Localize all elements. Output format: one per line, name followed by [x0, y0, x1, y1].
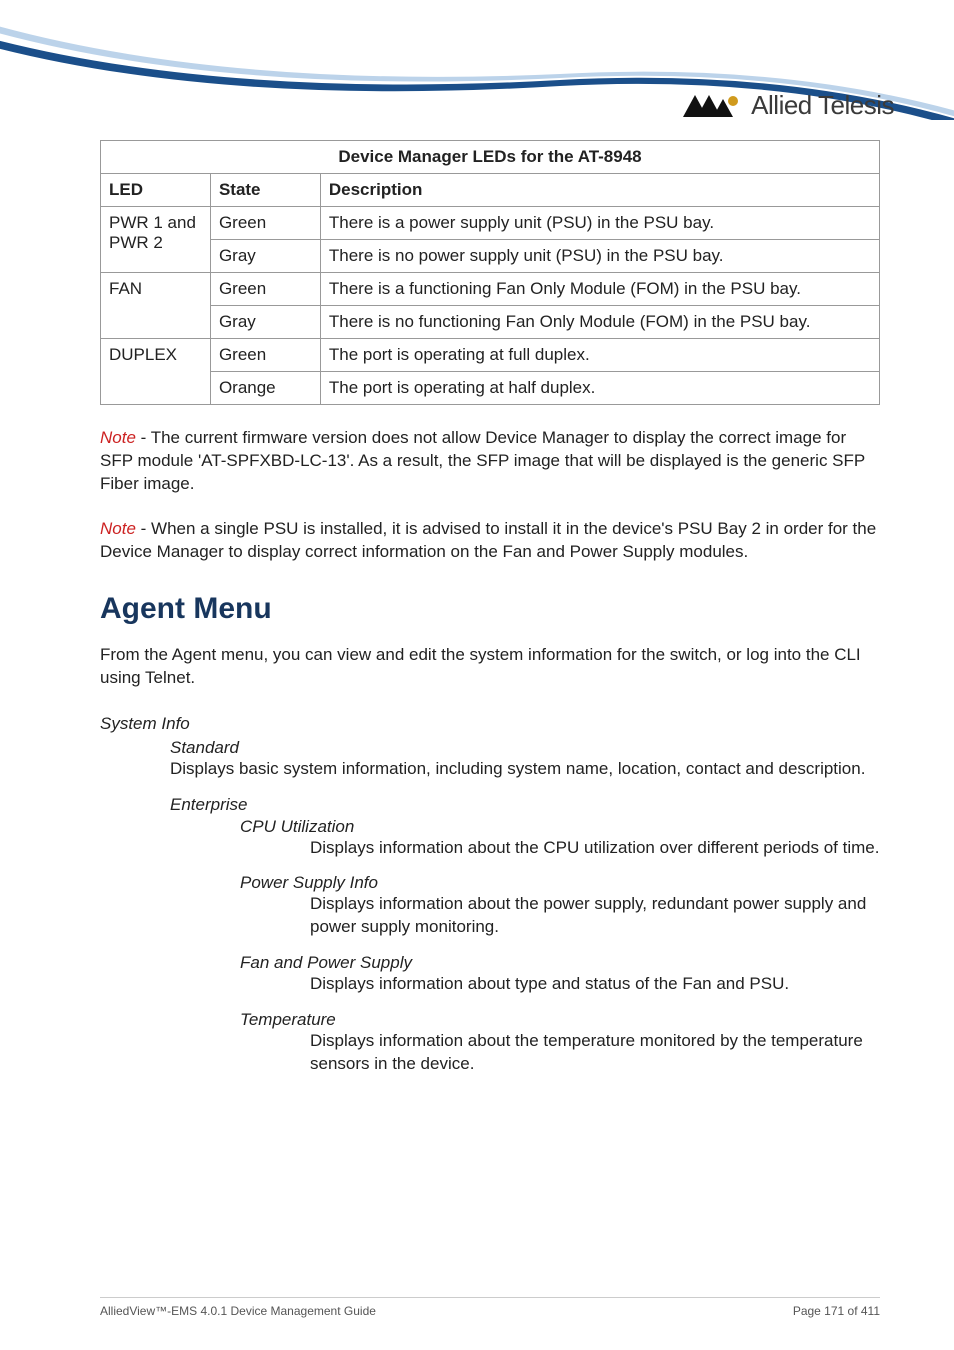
- cell-state: Gray: [210, 306, 320, 339]
- standard-head: Standard: [170, 738, 880, 758]
- led-table: Device Manager LEDs for the AT-8948 LED …: [100, 140, 880, 405]
- brand-logo-text: Allied Telesis: [751, 90, 894, 121]
- led-table-caption: Device Manager LEDs for the AT-8948: [100, 140, 880, 173]
- cpu-util-head: CPU Utilization: [240, 817, 880, 837]
- table-row: Gray There is no functioning Fan Only Mo…: [101, 306, 880, 339]
- col-led: LED: [101, 174, 211, 207]
- temperature-body: Displays information about the temperatu…: [310, 1030, 880, 1076]
- footer-left: AlliedView™-EMS 4.0.1 Device Management …: [100, 1304, 376, 1318]
- table-row: Gray There is no power supply unit (PSU)…: [101, 240, 880, 273]
- brand-logo-mark: [683, 93, 743, 119]
- temperature-block: Temperature Displays information about t…: [240, 1010, 880, 1076]
- page: Allied Telesis Device Manager LEDs for t…: [0, 0, 954, 1350]
- fan-power-supply-head: Fan and Power Supply: [240, 953, 880, 973]
- power-supply-info-body: Displays information about the power sup…: [310, 893, 880, 939]
- col-state: State: [210, 174, 320, 207]
- temperature-head: Temperature: [240, 1010, 880, 1030]
- content-area: Device Manager LEDs for the AT-8948 LED …: [100, 140, 880, 1076]
- page-footer: AlliedView™-EMS 4.0.1 Device Management …: [100, 1297, 880, 1318]
- cell-state: Green: [210, 339, 320, 372]
- table-row: Orange The port is operating at half dup…: [101, 372, 880, 405]
- col-description: Description: [320, 174, 879, 207]
- table-row: FAN Green There is a functioning Fan Onl…: [101, 273, 880, 306]
- cell-desc: There is no functioning Fan Only Module …: [320, 306, 879, 339]
- table-row: PWR 1 and PWR 2 Green There is a power s…: [101, 207, 880, 240]
- note-label: Note: [100, 428, 136, 447]
- footer-right: Page 171 of 411: [793, 1304, 880, 1318]
- note-text: - The current firmware version does not …: [100, 428, 865, 493]
- cell-state: Green: [210, 207, 320, 240]
- cell-desc: The port is operating at full duplex.: [320, 339, 879, 372]
- standard-block: Standard Displays basic system informati…: [170, 738, 880, 781]
- cell-led: DUPLEX: [101, 339, 211, 405]
- note-paragraph: Note - When a single PSU is installed, i…: [100, 518, 880, 564]
- table-row: DUPLEX Green The port is operating at fu…: [101, 339, 880, 372]
- cell-desc: There is no power supply unit (PSU) in t…: [320, 240, 879, 273]
- cell-state: Green: [210, 273, 320, 306]
- cell-led: FAN: [101, 273, 211, 339]
- note-label: Note: [100, 519, 136, 538]
- cell-desc: The port is operating at half duplex.: [320, 372, 879, 405]
- cell-desc: There is a functioning Fan Only Module (…: [320, 273, 879, 306]
- standard-body: Displays basic system information, inclu…: [170, 758, 880, 781]
- power-supply-info-head: Power Supply Info: [240, 873, 880, 893]
- fan-power-supply-block: Fan and Power Supply Displays informatio…: [240, 953, 880, 996]
- cpu-util-block: CPU Utilization Displays information abo…: [240, 817, 880, 860]
- power-supply-info-block: Power Supply Info Displays information a…: [240, 873, 880, 939]
- note-paragraph: Note - The current firmware version does…: [100, 427, 880, 496]
- cell-state: Gray: [210, 240, 320, 273]
- cell-led: PWR 1 and PWR 2: [101, 207, 211, 273]
- cell-state: Orange: [210, 372, 320, 405]
- cell-desc: There is a power supply unit (PSU) in th…: [320, 207, 879, 240]
- enterprise-head: Enterprise: [170, 795, 880, 815]
- fan-power-supply-body: Displays information about type and stat…: [310, 973, 880, 996]
- system-info-head: System Info: [100, 714, 880, 734]
- enterprise-block: Enterprise CPU Utilization Displays info…: [170, 795, 880, 1077]
- agent-intro: From the Agent menu, you can view and ed…: [100, 644, 880, 690]
- cpu-util-body: Displays information about the CPU utili…: [310, 837, 880, 860]
- note-text: - When a single PSU is installed, it is …: [100, 519, 876, 561]
- brand-logo: Allied Telesis: [683, 90, 894, 121]
- agent-menu-heading: Agent Menu: [100, 592, 880, 626]
- table-header-row: LED State Description: [101, 174, 880, 207]
